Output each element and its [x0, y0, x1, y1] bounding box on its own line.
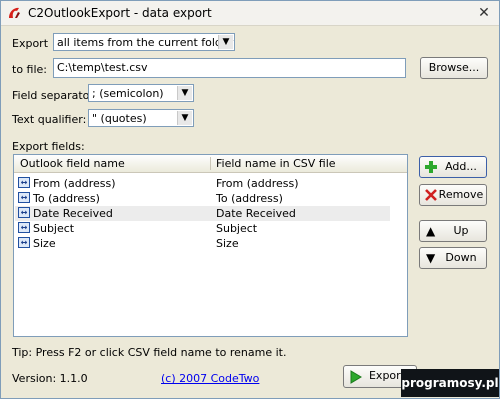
text-qualifier-value: " (quotes)	[92, 112, 147, 125]
field-mapping-icon: ↔	[18, 177, 30, 188]
outlook-field-cell: Subject	[33, 222, 75, 235]
move-up-button[interactable]: ▲ Up	[419, 220, 487, 242]
field-mapping-icon: ↔	[18, 192, 30, 203]
watermark-text: programosy.pl	[401, 376, 499, 390]
csv-field-cell[interactable]: Date Received	[216, 207, 296, 220]
close-icon: ✕	[478, 5, 490, 21]
export-fields-label: Export fields:	[12, 140, 85, 153]
add-button[interactable]: Add...	[419, 156, 487, 178]
table-row[interactable]: ↔ To (address) To (address)	[15, 191, 390, 206]
watermark-logo: programosy.pl	[401, 369, 499, 397]
copyright-link[interactable]: (c) 2007 CodeTwo	[161, 372, 259, 385]
export-scope-select[interactable]: all items from the current folder ▼	[53, 33, 235, 51]
browse-button[interactable]: Browse...	[420, 57, 488, 79]
field-mapping-icon: ↔	[18, 207, 30, 218]
red-x-icon	[425, 189, 437, 201]
export-label-btn: Export	[368, 369, 405, 382]
to-file-label: to file:	[12, 63, 47, 76]
table-row-selected[interactable]: ↔ Date Received Date Received	[15, 206, 390, 221]
text-qualifier-label: Text qualifier:	[12, 113, 87, 126]
csv-field-cell[interactable]: Subject	[216, 222, 257, 235]
table-row[interactable]: ↔ From (address) From (address)	[15, 176, 390, 191]
column-divider[interactable]	[210, 157, 211, 170]
export-label: Export	[12, 37, 49, 50]
field-mapping-icon: ↔	[18, 222, 30, 233]
column-header-csv[interactable]: Field name in CSV file	[216, 157, 336, 170]
browse-label: Browse...	[428, 61, 480, 74]
field-separator-label: Field separator:	[12, 89, 98, 102]
file-path-field[interactable]	[53, 58, 406, 78]
chevron-down-icon: ▼	[177, 86, 192, 100]
tip-text: Tip: Press F2 or click CSV field name to…	[12, 346, 287, 359]
title-bar: C2OutlookExport - data export ✕	[1, 1, 499, 26]
arrow-up-icon: ▲	[426, 224, 436, 238]
field-separator-select[interactable]: ; (semicolon) ▼	[88, 84, 194, 102]
version-text: Version: 1.1.0	[12, 372, 88, 385]
close-button[interactable]: ✕	[475, 4, 493, 22]
export-fields-list[interactable]: Outlook field name Field name in CSV fil…	[13, 154, 408, 337]
table-row[interactable]: ↔ Subject Subject	[15, 221, 390, 236]
field-separator-value: ; (semicolon)	[92, 87, 164, 100]
outlook-field-cell: Size	[33, 237, 56, 250]
csv-field-cell[interactable]: Size	[216, 237, 239, 250]
remove-button[interactable]: Remove	[419, 184, 487, 206]
file-path-input[interactable]	[57, 61, 373, 74]
green-plus-icon	[425, 161, 437, 173]
app-logo-icon	[9, 7, 20, 18]
text-qualifier-select[interactable]: " (quotes) ▼	[88, 109, 194, 127]
up-label: Up	[453, 224, 469, 237]
csv-field-cell[interactable]: To (address)	[216, 192, 283, 205]
export-dialog: C2OutlookExport - data export ✕ Export a…	[0, 0, 500, 399]
move-down-button[interactable]: ▼ Down	[419, 247, 487, 269]
outlook-field-cell: To (address)	[33, 192, 100, 205]
list-header: Outlook field name Field name in CSV fil…	[14, 155, 407, 173]
arrow-down-icon: ▼	[426, 251, 436, 265]
chevron-down-icon: ▼	[177, 111, 192, 125]
column-header-outlook[interactable]: Outlook field name	[20, 157, 125, 170]
chevron-down-icon: ▼	[218, 35, 233, 49]
green-play-icon	[350, 370, 362, 384]
window-title: C2OutlookExport - data export	[28, 6, 212, 20]
outlook-field-cell: Date Received	[33, 207, 113, 220]
csv-field-cell[interactable]: From (address)	[216, 177, 299, 190]
table-row[interactable]: ↔ Size Size	[15, 236, 390, 251]
outlook-field-cell: From (address)	[33, 177, 116, 190]
field-mapping-icon: ↔	[18, 237, 30, 248]
export-scope-value: all items from the current folder	[57, 36, 234, 49]
down-label: Down	[445, 251, 477, 264]
